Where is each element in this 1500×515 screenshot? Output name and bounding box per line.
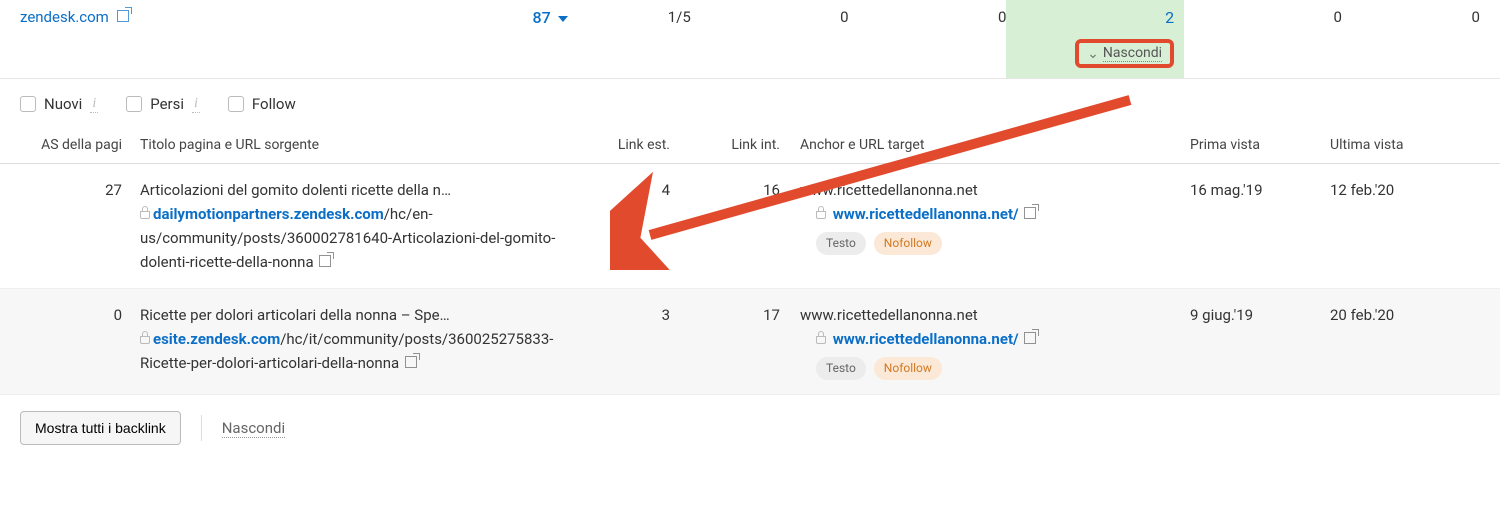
checkbox-icon bbox=[20, 96, 36, 112]
metric-col-3: 0 bbox=[849, 8, 1007, 26]
cell-link-est: 4 bbox=[570, 178, 670, 274]
lock-icon bbox=[140, 336, 150, 344]
cell-link-int: 16 bbox=[670, 178, 780, 274]
external-link-icon[interactable] bbox=[317, 253, 331, 271]
filter-nuovi[interactable]: Nuovi i bbox=[20, 95, 98, 113]
table-footer: Mostra tutti i backlink Nascondi bbox=[0, 395, 1500, 461]
target-url[interactable]: www.ricettedellanonna.net/ bbox=[833, 205, 1019, 223]
metric-col-1: 1/5 bbox=[572, 8, 690, 26]
highlighted-value[interactable]: 2 bbox=[1006, 8, 1174, 27]
col-header-ultima: Ultima vista bbox=[1330, 137, 1470, 153]
target-url[interactable]: www.ricettedellanonna.net/ bbox=[833, 330, 1019, 348]
filter-follow[interactable]: Follow bbox=[228, 95, 296, 113]
col-header-lint: Link int. bbox=[670, 137, 780, 153]
chevron-down-icon[interactable] bbox=[558, 16, 568, 22]
cell-title: Ricette per dolori articolari della nonn… bbox=[130, 303, 570, 380]
cell-anchor: www.ricettedellanonna.net www.ricettedel… bbox=[780, 178, 1190, 274]
page-title-text: Ricette per dolori articolari della nonn… bbox=[140, 303, 570, 327]
cell-ultima-vista: 12 feb.'20 bbox=[1330, 178, 1470, 274]
cell-as: 27 bbox=[20, 178, 130, 274]
as-score[interactable]: 87 bbox=[532, 8, 550, 27]
cell-prima-vista: 9 giug.'19 bbox=[1190, 303, 1330, 380]
tag-testo: Testo bbox=[816, 232, 866, 255]
cell-link-int: 17 bbox=[670, 303, 780, 380]
cell-title: Articolazioni del gomito dolenti ricette… bbox=[130, 178, 570, 274]
metric-col-5: 0 bbox=[1184, 8, 1342, 26]
nascondi-label: Nascondi bbox=[1103, 45, 1162, 62]
cell-as: 0 bbox=[20, 303, 130, 380]
filter-label: Nuovi bbox=[44, 95, 82, 113]
col-header-anchor: Anchor e URL target bbox=[780, 137, 1190, 153]
chevron-down-icon: ⌄ bbox=[1087, 46, 1099, 62]
external-link-icon[interactable] bbox=[403, 354, 417, 372]
info-icon[interactable]: i bbox=[90, 96, 98, 113]
nascondi-toggle[interactable]: ⌄ Nascondi bbox=[1075, 39, 1174, 68]
col-header-lest: Link est. bbox=[570, 137, 670, 153]
source-url[interactable]: esite.zendesk.com/hc/it/community/posts/… bbox=[140, 327, 570, 375]
hide-link[interactable]: Nascondi bbox=[222, 419, 285, 438]
cell-ultima-vista: 20 feb.'20 bbox=[1330, 303, 1470, 380]
info-icon[interactable]: i bbox=[192, 96, 200, 113]
tag-testo: Testo bbox=[816, 357, 866, 380]
anchor-text: www.ricettedellanonna.net bbox=[800, 303, 1190, 327]
cell-anchor: www.ricettedellanonna.net www.ricettedel… bbox=[780, 303, 1190, 380]
highlighted-metric-col: 2 ⌄ Nascondi bbox=[1006, 0, 1184, 78]
checkbox-icon bbox=[126, 96, 142, 112]
cell-link-est: 3 bbox=[570, 303, 670, 380]
table-header: AS della pagi Titolo pagina e URL sorgen… bbox=[0, 129, 1500, 164]
external-link-icon[interactable] bbox=[115, 8, 129, 26]
filter-label: Persi bbox=[150, 95, 184, 113]
page-title-text: Articolazioni del gomito dolenti ricette… bbox=[140, 178, 570, 202]
col-header-as: AS della pagi bbox=[20, 137, 130, 153]
filter-persi[interactable]: Persi i bbox=[126, 95, 200, 113]
anchor-text: www.ricettedellanonna.net bbox=[800, 178, 1190, 202]
filters-bar: Nuovi i Persi i Follow bbox=[0, 79, 1500, 129]
metric-col-6: 0 bbox=[1342, 8, 1480, 26]
domain-summary-row: zendesk.com 87 1/5 0 0 2 ⌄ Nascondi 0 0 bbox=[0, 0, 1500, 79]
tag-nofollow: Nofollow bbox=[874, 232, 942, 255]
col-header-prima: Prima vista bbox=[1190, 137, 1330, 153]
domain-link[interactable]: zendesk.com bbox=[20, 8, 109, 26]
table-row: 27 Articolazioni del gomito dolenti rice… bbox=[0, 164, 1500, 289]
divider bbox=[201, 415, 202, 441]
metric-col-2: 0 bbox=[691, 8, 849, 26]
show-all-backlinks-button[interactable]: Mostra tutti i backlink bbox=[20, 411, 181, 445]
lock-icon bbox=[816, 211, 826, 219]
table-row: 0 Ricette per dolori articolari della no… bbox=[0, 289, 1500, 395]
lock-icon bbox=[816, 336, 826, 344]
lock-icon bbox=[140, 211, 150, 219]
external-link-icon[interactable] bbox=[1022, 330, 1036, 348]
cell-prima-vista: 16 mag.'19 bbox=[1190, 178, 1330, 274]
tag-nofollow: Nofollow bbox=[874, 357, 942, 380]
source-url[interactable]: dailymotionpartners.zendesk.com/hc/en-us… bbox=[140, 202, 570, 274]
filter-label: Follow bbox=[252, 95, 296, 113]
col-header-title: Titolo pagina e URL sorgente bbox=[130, 137, 570, 153]
external-link-icon[interactable] bbox=[1022, 205, 1036, 223]
checkbox-icon bbox=[228, 96, 244, 112]
